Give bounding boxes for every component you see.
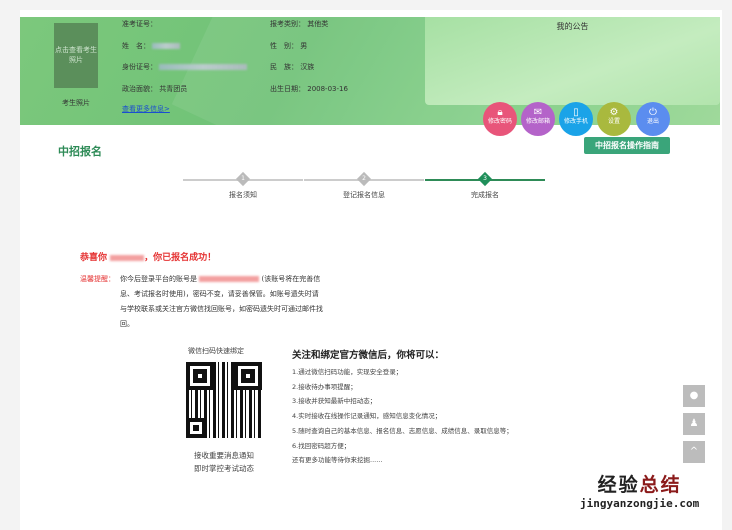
tip-text-1: 你今后登录平台的账号是 [120, 275, 200, 283]
field-id-number: 身份证号： [122, 62, 248, 72]
field-political-status: 政治面貌： 共青团员 [122, 84, 187, 94]
list-item: 6.找回密码超方便； [292, 441, 351, 450]
watermark-cn-2: 总结 [639, 474, 682, 496]
step-marker: 1 [235, 171, 251, 187]
lock-icon: 🔒︎ [497, 107, 503, 118]
button-label: 退出 [646, 118, 659, 125]
field-name: 姓 名： [122, 41, 181, 51]
photo-label: 考生照片 [62, 99, 90, 107]
field-label: 政治面貌： [122, 85, 157, 93]
qr-caption: 接收重要消息通知 即时掌控考试动态 [182, 449, 266, 475]
watermark-cn: 经验总结 [580, 470, 699, 497]
button-label: 修改邮箱 [525, 118, 550, 125]
field-value: 男 [300, 42, 308, 50]
guide-button[interactable]: 中招报名操作指南 [584, 137, 670, 154]
list-item: 2.接收待办事项提醒； [292, 382, 357, 391]
field-label: 性 别： [270, 42, 298, 50]
button-label: 修改密码 [487, 118, 512, 125]
list-item: 4.实时接收在线操作记录通知，感知信息变化情况； [292, 412, 442, 421]
step-label: 登记报名信息 [343, 191, 385, 199]
qr-title: 微信扫码快速绑定 [188, 347, 244, 355]
step-label: 完成报名 [471, 191, 499, 199]
change-email-button[interactable]: ✉ 修改邮箱 [521, 102, 555, 136]
tip-text: 你今后登录平台的账号是 (该账号将在完善信息、考试报名时使用)，密码不变，请妥善… [120, 272, 325, 332]
qr-caption-2: 即时掌控考试动态 [194, 464, 254, 473]
step-label: 报名须知 [229, 191, 257, 199]
field-category: 报考类别： 其他类 [270, 19, 328, 29]
wechat-qr-code [186, 362, 262, 438]
gear-icon: ⚙ [609, 107, 619, 118]
watermark-cn-1: 经验 [597, 474, 640, 496]
list-item: 5.随时查询自己的基本信息、报名信息、志愿信息、成绩信息、录取信息等； [292, 426, 513, 435]
success-message: 恭喜你 ，你已报名成功！ [80, 250, 216, 263]
field-exam-number: 准考证号： [122, 19, 157, 29]
benefits-list: 1.通过微信扫码功能，实现安全登录； 2.接收待办事项提醒； 3.接收并获知最新… [292, 365, 513, 468]
view-photo-button[interactable]: 点击查看考生照片 [54, 23, 98, 88]
page: 我的公告 点击查看考生照片 考生照片 准考证号： 姓 名： 身份证号： 政治面貌… [20, 10, 722, 530]
redacted-name [110, 254, 145, 261]
redacted-account [199, 276, 260, 282]
logout-button[interactable]: ⏻ 退出 [636, 102, 670, 136]
field-label: 报考类别： [270, 20, 305, 28]
field-value: 其他类 [307, 20, 329, 28]
notice-panel: 我的公告 [425, 17, 720, 105]
watermark: 经验总结 jingyanzongjie.com [580, 470, 699, 510]
field-value: 2008-03-16 [307, 85, 348, 93]
back-to-top-button[interactable]: ^ [683, 441, 705, 463]
phone-icon: ▯ [573, 107, 579, 118]
qq-icon: ♟ [689, 418, 699, 429]
step-marker: 2 [356, 171, 372, 187]
field-birthdate: 出生日期： 2008-03-16 [270, 84, 348, 94]
back-to-top-icon: ^ [689, 446, 699, 457]
field-value: 共青团员 [159, 85, 188, 93]
step-number: 1 [241, 175, 245, 182]
redacted-value [159, 64, 248, 70]
change-password-button[interactable]: 🔒︎ 修改密码 [483, 102, 517, 136]
success-prefix: 恭喜你 [80, 253, 111, 263]
field-label: 准考证号： [122, 20, 157, 28]
redacted-value [152, 43, 181, 49]
notice-title: 我的公告 [556, 22, 589, 31]
watermark-en: jingyanzongjie.com [580, 497, 700, 510]
benefits-title: 关注和绑定官方微信后，你将可以： [292, 350, 445, 361]
field-label: 身份证号： [122, 63, 157, 71]
field-value: 汉族 [300, 63, 315, 71]
view-more-info-link[interactable]: 查看更多信息> [122, 104, 170, 114]
button-label: 设置 [607, 118, 620, 125]
tip-label: 温馨提醒： [80, 275, 115, 283]
list-item: 还有更多功能等待你来挖掘...... [292, 456, 383, 465]
step-number: 3 [483, 175, 487, 182]
list-item: 3.接收并获知最新中招动态； [292, 397, 377, 406]
button-label: 修改手机 [563, 118, 588, 125]
power-icon: ⏻ [649, 107, 657, 118]
wechat-icon: ● [689, 390, 699, 401]
step-marker-active: 3 [477, 171, 493, 187]
settings-button[interactable]: ⚙ 设置 [597, 102, 631, 136]
change-phone-button[interactable]: ▯ 修改手机 [559, 102, 593, 136]
field-label: 出生日期： [270, 85, 305, 93]
page-title: 中招报名 [58, 145, 102, 158]
mail-icon: ✉ [533, 107, 543, 118]
field-label: 姓 名： [122, 42, 150, 50]
wechat-button[interactable]: ● [683, 385, 705, 407]
field-label: 民 族： [270, 63, 298, 71]
qr-caption-1: 接收重要消息通知 [194, 451, 254, 460]
progress-steps: 1 2 3 报名须知 登记报名信息 完成报名 [183, 171, 545, 202]
success-suffix: ，你已报名成功！ [144, 253, 217, 263]
field-ethnicity: 民 族： 汉族 [270, 62, 314, 72]
list-item: 1.通过微信扫码功能，实现安全登录； [292, 368, 403, 376]
qq-button[interactable]: ♟ [683, 413, 705, 435]
step-number: 2 [362, 175, 366, 182]
field-gender: 性 别： 男 [270, 41, 307, 51]
